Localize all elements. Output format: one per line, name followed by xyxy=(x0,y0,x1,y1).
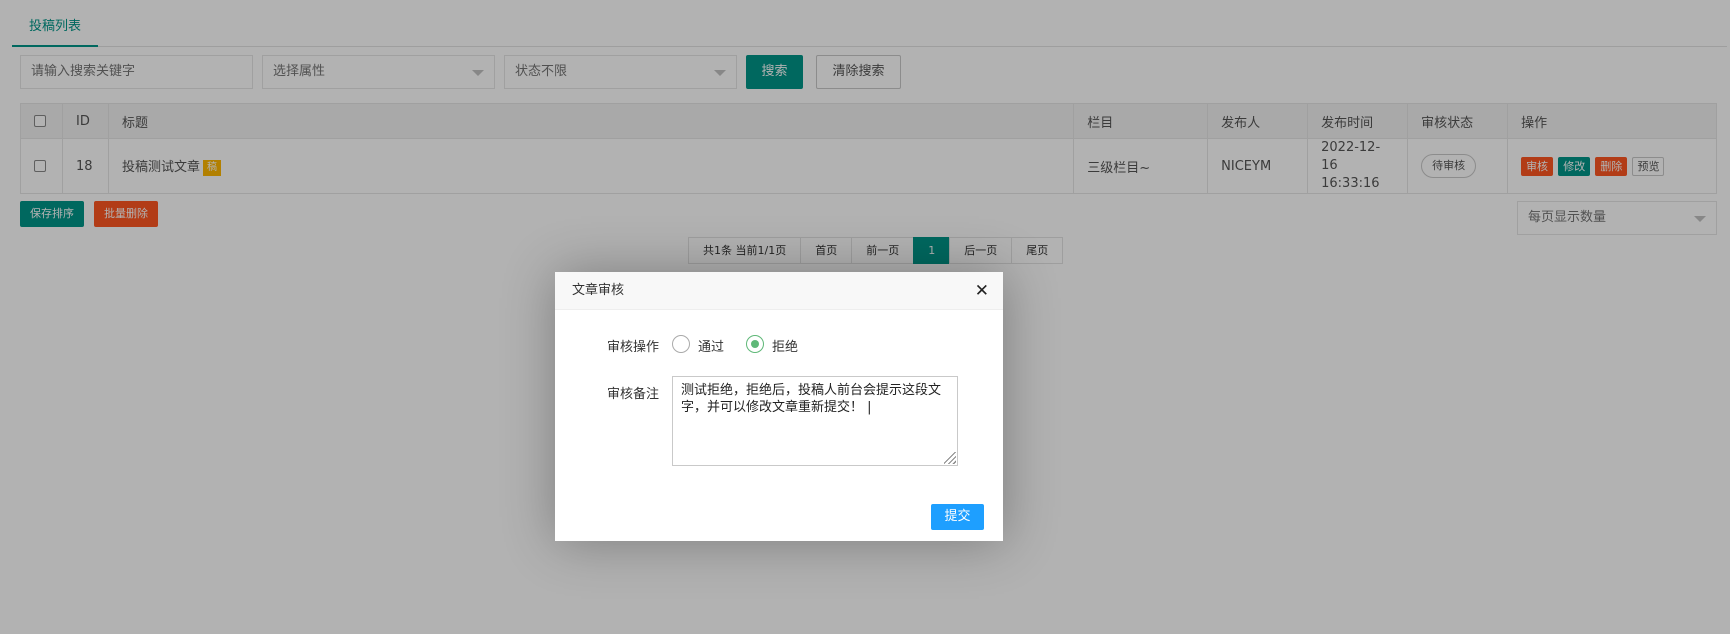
text-cursor: | xyxy=(863,400,872,415)
radio-approve-label[interactable]: 通过 xyxy=(698,336,724,355)
review-remark-text: 测试拒绝，拒绝后，投稿人前台会提示这段文字，并可以修改文章重新提交！ xyxy=(681,383,942,415)
resize-handle-icon[interactable] xyxy=(944,452,956,464)
radio-reject-label[interactable]: 拒绝 xyxy=(772,336,798,355)
dialog-header: 文章审核 ✕ xyxy=(555,272,1003,310)
radio-reject[interactable] xyxy=(746,335,764,353)
review-remark-label: 审核备注 xyxy=(606,387,659,402)
review-op-label: 审核操作 xyxy=(606,340,659,355)
radio-approve[interactable] xyxy=(672,335,690,353)
dialog-title: 文章审核 xyxy=(572,283,625,298)
review-remark-textarea[interactable]: 测试拒绝，拒绝后，投稿人前台会提示这段文字，并可以修改文章重新提交！ | xyxy=(672,376,958,466)
close-icon[interactable]: ✕ xyxy=(975,272,989,310)
review-dialog: 文章审核 ✕ 审核操作 通过 拒绝 审核备注 测试拒绝，拒绝后，投稿人前台会提示… xyxy=(555,272,1003,541)
submit-button[interactable]: 提交 xyxy=(931,504,984,530)
